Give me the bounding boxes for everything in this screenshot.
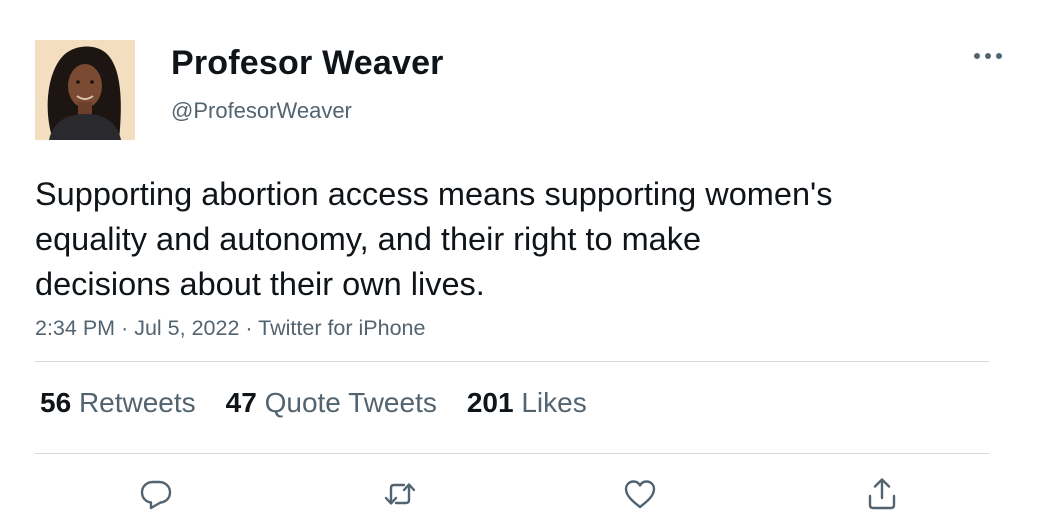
- tweet-date[interactable]: Jul 5, 2022: [134, 316, 239, 340]
- share-button[interactable]: [862, 474, 902, 514]
- more-dots-icon: [974, 53, 1002, 59]
- likes-stat[interactable]: 201 Likes: [467, 387, 587, 419]
- retweets-count: 56: [40, 387, 72, 418]
- tweet-card: Profesor Weaver @ProfesorWeaver Supporti…: [0, 0, 1050, 525]
- tweet-source[interactable]: Twitter for iPhone: [258, 316, 425, 340]
- divider: [35, 453, 989, 454]
- quote-tweets-count: 47: [225, 387, 257, 418]
- retweets-stat[interactable]: 56 Retweets: [40, 387, 196, 419]
- quote-tweets-stat[interactable]: 47 Quote Tweets: [226, 387, 437, 419]
- tweet-meta: 2:34 PM · Jul 5, 2022 · Twitter for iPho…: [35, 316, 425, 341]
- likes-count: 201: [466, 387, 514, 418]
- divider: [35, 361, 989, 362]
- engagement-stats: 56 Retweets 47 Quote Tweets 201 Likes: [40, 387, 617, 419]
- tweet-time[interactable]: 2:34 PM: [35, 316, 115, 340]
- like-button[interactable]: [620, 474, 660, 514]
- like-icon: [624, 480, 656, 509]
- retweet-button[interactable]: [380, 474, 420, 514]
- meta-separator: ·: [245, 316, 253, 340]
- tweet-text: Supporting abortion access means support…: [35, 176, 833, 302]
- reply-button[interactable]: [136, 474, 176, 514]
- share-icon: [868, 478, 896, 510]
- likes-label: Likes: [521, 387, 587, 418]
- author-display-name[interactable]: Profesor Weaver: [171, 44, 444, 83]
- meta-separator: ·: [121, 316, 129, 340]
- author-handle[interactable]: @ProfesorWeaver: [171, 98, 352, 124]
- profile-photo-icon: [35, 40, 135, 140]
- retweet-icon: [384, 483, 416, 505]
- quote-tweets-label: Quote Tweets: [264, 387, 437, 418]
- reply-icon: [140, 480, 172, 510]
- retweets-label: Retweets: [78, 387, 196, 418]
- avatar[interactable]: [35, 40, 135, 140]
- more-options-button[interactable]: [970, 42, 1006, 70]
- action-bar: [0, 474, 1050, 514]
